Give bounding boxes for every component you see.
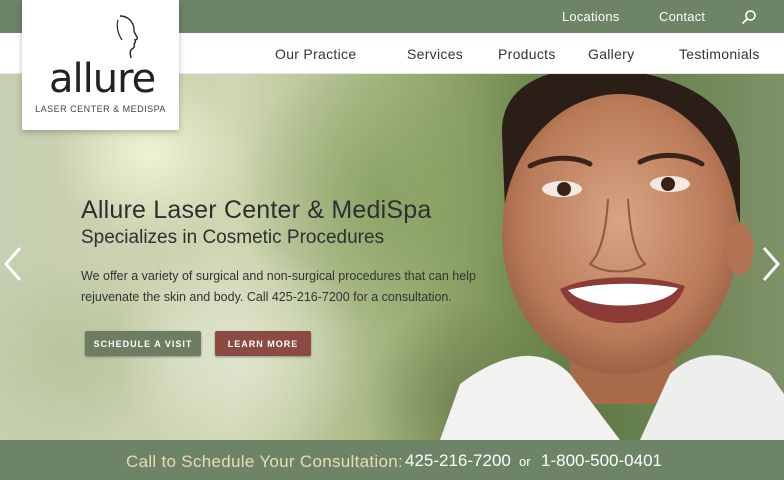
site-logo[interactable]: allure LASER CENTER & MEDISPA <box>22 0 179 130</box>
nav-services[interactable]: Services <box>407 46 463 62</box>
nav-gallery[interactable]: Gallery <box>588 46 634 62</box>
consultation-label: Call to Schedule Your Consultation: <box>126 452 404 471</box>
nav-products[interactable]: Products <box>498 46 556 62</box>
consultation-bar: Call to Schedule Your Consultation: 425-… <box>0 440 784 480</box>
phone-number-tollfree[interactable]: 1-800-500-0401 <box>541 451 662 471</box>
learn-more-button[interactable]: LEARN MORE <box>215 331 311 356</box>
or-separator: or <box>519 454 531 469</box>
hero-portrait-image <box>440 74 784 440</box>
contact-link[interactable]: Contact <box>659 9 705 24</box>
schedule-visit-button[interactable]: SCHEDULE A VISIT <box>85 331 201 356</box>
logo-tagline: LASER CENTER & MEDISPA <box>35 104 166 114</box>
hero-description: We offer a variety of surgical and non-s… <box>81 269 476 304</box>
hero-subtitle: Specializes in Cosmetic Procedures <box>81 227 385 248</box>
nav-testimonials[interactable]: Testimonials <box>679 46 760 62</box>
logo-wordmark: allure <box>49 56 156 102</box>
locations-link[interactable]: Locations <box>562 9 619 24</box>
search-icon[interactable] <box>741 9 757 25</box>
phone-number-primary[interactable]: 425-216-7200 <box>405 451 511 471</box>
chevron-left-icon[interactable] <box>2 246 24 282</box>
nav-our-practice[interactable]: Our Practice <box>275 46 356 62</box>
chevron-right-icon[interactable] <box>760 246 782 282</box>
hero-title: Allure Laser Center & MediSpa <box>81 196 432 224</box>
